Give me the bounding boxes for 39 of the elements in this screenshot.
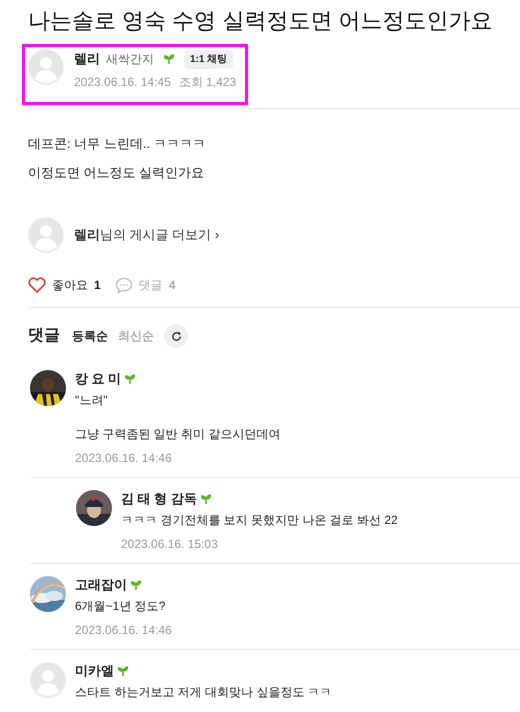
like-count: 1 <box>94 277 101 294</box>
body-text: 이정도면 어느정도 실력인가요 <box>28 164 206 182</box>
comment-text: "느려" 그냥 구력좀된 일반 취미 같으시던데여 <box>75 392 280 443</box>
sprout-icon <box>164 54 174 64</box>
heart-icon <box>28 277 46 293</box>
comment-count: 4 <box>168 277 176 294</box>
chat-button[interactable]: 1:1 채팅 <box>184 50 234 68</box>
comment-label: 댓글 <box>138 277 163 294</box>
sprout-icon <box>200 494 211 504</box>
author-level: 새싹간지 <box>106 51 154 68</box>
post-date: 2023.06.16. 14:45 <box>74 74 171 91</box>
commenter-name[interactable]: 캉 요 미 <box>75 369 122 389</box>
body-text: 데프콘: 너무 느린데.. ㅋㅋㅋㅋ <box>28 135 207 153</box>
comment-text: 6개월~1년 정도? <box>75 598 166 615</box>
speech-bubble-icon <box>114 276 133 294</box>
like-button[interactable]: 좋아요 1 <box>28 276 101 294</box>
comment-text: ㅋㅋㅋ 경기전체를 보지 못했지만 나온 걸로 봐선 22 <box>121 512 398 529</box>
more-posts-link[interactable]: 렐리 님의 게시글 더보기 › <box>74 225 220 245</box>
comment-date: 2023.06.16. 14:46 <box>75 450 173 466</box>
sort-tab[interactable]: 등록순 <box>72 327 108 345</box>
refresh-button[interactable] <box>164 324 188 348</box>
comment-text: 스타트 하는거보고 저게 대회맞나 싶을정도 ㅋㅋ <box>75 684 332 701</box>
comment-date: 2023.06.16. 15:03 <box>121 536 219 552</box>
post-title: 나는솔로 영숙 수영 실력정도면 어느정도인가요 <box>27 7 494 35</box>
default-avatar-icon <box>28 217 64 253</box>
refresh-icon <box>170 330 182 342</box>
commenter-name[interactable]: 고래잡이 <box>75 575 127 595</box>
default-avatar-icon <box>28 49 64 85</box>
commenter-name[interactable]: 김 태 형 감독 <box>121 489 197 509</box>
author-name[interactable]: 렐리 <box>74 49 100 69</box>
sprout-icon <box>125 374 136 384</box>
default-avatar-icon <box>30 662 66 698</box>
like-label: 좋아요 <box>52 277 88 294</box>
sprout-icon <box>118 666 128 676</box>
sprout-icon <box>131 580 141 590</box>
comments-heading: 댓글 <box>28 326 60 346</box>
comment-date: 2023.06.16. 14:46 <box>75 622 172 638</box>
view-count: 조회 1,423 <box>178 74 236 91</box>
commenter-name[interactable]: 미카엘 <box>75 661 114 681</box>
